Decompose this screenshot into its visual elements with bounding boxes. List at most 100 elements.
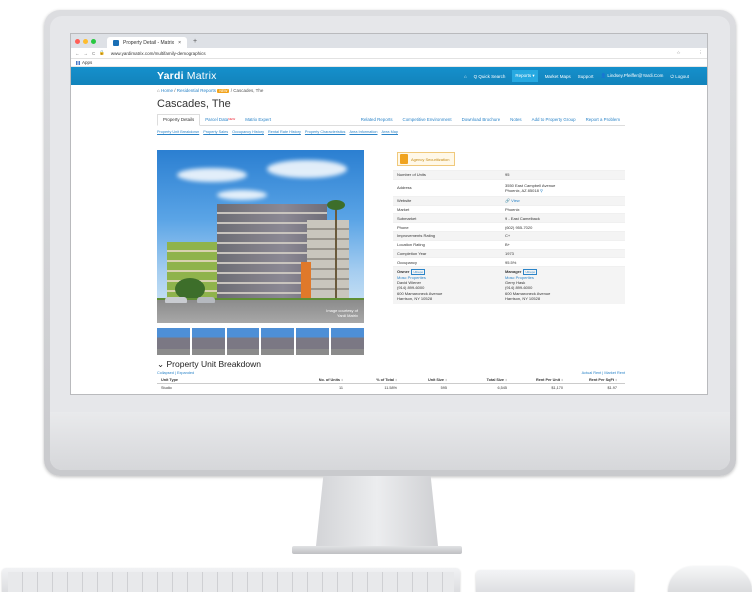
cloud [217,190,267,200]
palm-tree [335,206,337,300]
manager-company-link[interactable]: Mosс Properties [505,275,534,280]
info-row: Number of Units 95 [393,170,625,179]
home-icon: ⌂ [157,88,160,93]
column-header[interactable]: Rent Per SqFt ↕ [563,378,619,382]
property-photo[interactable]: Image courtesy of Yardi Matrix [157,150,364,323]
url-input[interactable]: www.yardimatrix.com/multifamily-demograp… [111,51,206,56]
download-brochure-link[interactable]: Download Brochure [457,117,506,125]
minimize-window-icon[interactable] [83,38,88,44]
unit-breakdown-heading[interactable]: ⌄ Property Unit Breakdown [157,359,261,370]
info-row: Phone (602) 955-7020 [393,222,625,231]
close-window-icon[interactable] [75,38,80,44]
collapsed-link[interactable]: Collapsed [157,371,174,375]
info-key: Number of Units [397,172,426,178]
link-area-map[interactable]: Area Map [382,130,398,134]
link-area-information[interactable]: Area Information [349,130,377,134]
info-value: C+ [505,233,511,239]
link-rental-rate-history[interactable]: Rental Rate History [268,130,301,134]
quick-search-link[interactable]: Q Quick Search [474,74,506,79]
trackpad [476,570,634,592]
info-value: 9 - East Camelback [505,215,540,221]
reports-menu[interactable]: Reports ▾ [512,70,538,82]
owner-company-link[interactable]: Mosс Properties [397,275,426,280]
competitive-environment-link[interactable]: Competitive Environment [398,117,457,125]
tab-matrix-expert[interactable]: Matrix Expert [240,117,276,125]
thumbnail[interactable] [261,328,295,355]
building-right [307,220,349,300]
app-header: Yardi Matrix ⌂ Q Quick Search Reports ▾ … [71,67,707,85]
manager-label: Manager [505,269,522,275]
user-link[interactable]: 👤 Lindsey.Pfeiffer@Yardi.Com [600,73,663,79]
owner-block: Owner Ultrepo Mosс Properties David Wiene… [397,269,505,301]
menu-dots-icon[interactable]: ⋮ [699,50,704,56]
info-row: Address 3550 East Campbell Avenue Phoenix,… [393,178,625,196]
link-occupancy-history[interactable]: Occupancy History [232,130,264,134]
apps-bookmark[interactable]: Apps [82,60,92,65]
table-cell: 11 [339,385,343,390]
photo-thumbnails [157,328,364,355]
address-line-2: Phoenix, AZ 85018 [505,187,539,193]
keyboard [2,568,460,592]
new-badge: NEW [228,117,236,121]
info-row: Location Rating B+ [393,239,625,249]
document-icon [400,154,408,164]
info-row: Improvements Rating C+ [393,230,625,240]
thumbnail[interactable] [226,328,260,355]
reload-icon[interactable]: C [92,51,95,56]
address-bar: ← → C 🔒 www.yardimatrix.com/multifamily-… [71,48,707,59]
info-value: 95 [505,172,510,178]
cloud [267,160,347,178]
forward-icon[interactable]: → [84,51,89,56]
market-maps-link[interactable]: Market Maps [545,74,571,79]
maximize-window-icon[interactable] [91,38,96,44]
support-link[interactable]: Support [578,74,594,79]
yardi-matrix-logo[interactable]: Yardi Matrix [157,70,217,82]
logout-label: Logout [675,73,689,79]
breadcrumb-section[interactable]: Residential Reports [177,88,216,93]
user-email: Lindsey.Pfeiffer@Yardi.Com [607,73,664,78]
thumbnail[interactable] [331,328,364,355]
owner-name: David Wiener [397,279,422,285]
owner-address-2: Harrison, NY 10528 [397,296,433,302]
notes-link[interactable]: Notes [505,117,526,125]
map-pin-icon[interactable]: ⚲ [540,188,543,193]
bookmark-star-icon[interactable]: ☆ [676,50,680,56]
related-reports-link[interactable]: Related Reports [356,117,398,125]
info-value: (602) 955-7020 [505,224,533,230]
report-problem-link[interactable]: Report a Problem [581,117,625,125]
thumbnail[interactable] [296,328,330,355]
palm-tree-crown [327,200,345,210]
rent-toggle-links[interactable]: Actual Rent | Market Rent [582,371,625,375]
info-key: Submarket [397,215,417,221]
browser-tab-bar: Property Detail - Matrix × + [71,34,707,48]
tab-parcel-data[interactable]: Parcel DataNEW [200,117,240,125]
link-property-sales[interactable]: Property Sales [203,130,228,134]
column-header[interactable]: Rent Per Unit ↕ [507,378,563,382]
close-tab-icon[interactable]: × [178,40,181,46]
column-header[interactable]: Total Size ↕ [447,378,507,382]
thumbnail[interactable] [191,328,225,355]
info-key: Address [397,185,412,191]
agency-securitization-button[interactable]: Agency Securitization [397,152,455,166]
column-header[interactable]: Unit Type [157,378,281,382]
column-header[interactable]: % of Total ↕ [343,378,397,382]
link-property-characteristics[interactable]: Property Characteristics [305,130,346,134]
column-header[interactable]: Unit Size ↕ [397,378,447,382]
column-header[interactable]: No. of Units ↕ [281,378,343,382]
new-tab-button[interactable]: + [193,38,197,45]
home-icon[interactable]: ⌂ [464,74,467,79]
tab-property-details[interactable]: Property Details [157,114,201,126]
website-link[interactable]: 🔗 View [505,198,520,203]
expanded-link[interactable]: Expanded [177,371,194,375]
chevron-down-icon[interactable]: ⌄ [157,359,164,369]
add-to-property-group-link[interactable]: Add to Property Group [527,117,581,125]
back-icon[interactable]: ← [75,51,80,56]
logout-link[interactable]: ⏻ Logout [670,74,689,79]
browser-tab[interactable]: Property Detail - Matrix × [107,37,188,48]
car [197,297,215,303]
breadcrumb-home[interactable]: Home [161,88,173,93]
thumbnail[interactable] [157,328,190,355]
info-key: Improvements Rating [397,233,436,239]
link-unit-breakdown[interactable]: Property Unit Breakdown [157,130,199,134]
address-value: 3550 East Campbell Avenue Phoenix, AZ 850… [505,183,555,193]
